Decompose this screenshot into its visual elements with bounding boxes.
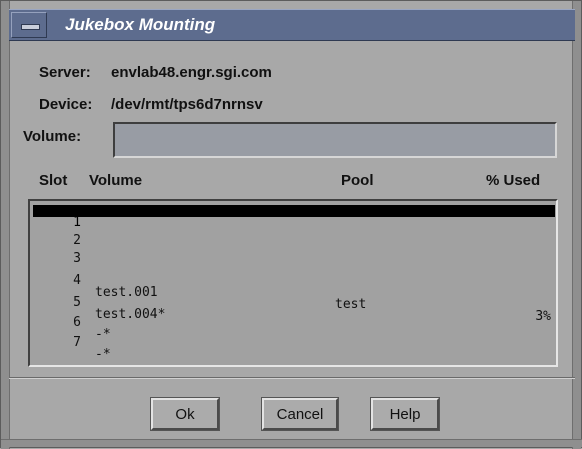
- window-frame-left[interactable]: [1, 1, 10, 449]
- device-label: Device:: [39, 96, 93, 113]
- list-item[interactable]: 4 test.001 test 3%: [33, 263, 555, 323]
- help-button[interactable]: Help: [370, 397, 440, 431]
- list-item[interactable]: 2: [33, 223, 555, 247]
- column-header-used: % Used: [486, 172, 541, 189]
- server-value: envlab48.engr.sgi.com: [111, 64, 272, 81]
- volume-input[interactable]: [113, 122, 557, 158]
- volume-label: Volume:: [23, 128, 82, 145]
- list-item[interactable]: 6 -*: [33, 305, 555, 341]
- button-area-separator: [9, 377, 575, 379]
- server-label: Server:: [39, 64, 91, 81]
- slot-number: 7: [73, 335, 81, 350]
- window-title: Jukebox Mounting: [65, 15, 216, 34]
- device-value: /dev/rmt/tps6d7nrnsv: [111, 96, 263, 113]
- list-item[interactable]: 3: [33, 241, 555, 265]
- title-bar[interactable]: Jukebox Mounting: [9, 9, 575, 41]
- list-item[interactable]: 7 -*: [33, 325, 555, 361]
- slot-list[interactable]: 1 2 3 4 test.001 test 3% 5 test.004* 6 -…: [28, 199, 558, 367]
- ok-button[interactable]: Ok: [150, 397, 220, 431]
- column-header-pool: Pool: [341, 172, 374, 189]
- volume-name: -*: [95, 347, 111, 362]
- window-menu-button[interactable]: [11, 12, 47, 38]
- list-item[interactable]: 1: [33, 205, 555, 229]
- jukebox-mounting-dialog: Jukebox Mounting Server: envlab48.engr.s…: [0, 0, 582, 449]
- window-frame-right[interactable]: [572, 1, 581, 449]
- window-menu-icon: [21, 24, 40, 30]
- column-header-slot: Slot: [39, 172, 68, 189]
- column-header-volume: Volume: [89, 172, 143, 189]
- cancel-button[interactable]: Cancel: [261, 397, 339, 431]
- list-item[interactable]: 5 test.004*: [33, 285, 555, 321]
- window-frame-bottom[interactable]: [1, 439, 582, 447]
